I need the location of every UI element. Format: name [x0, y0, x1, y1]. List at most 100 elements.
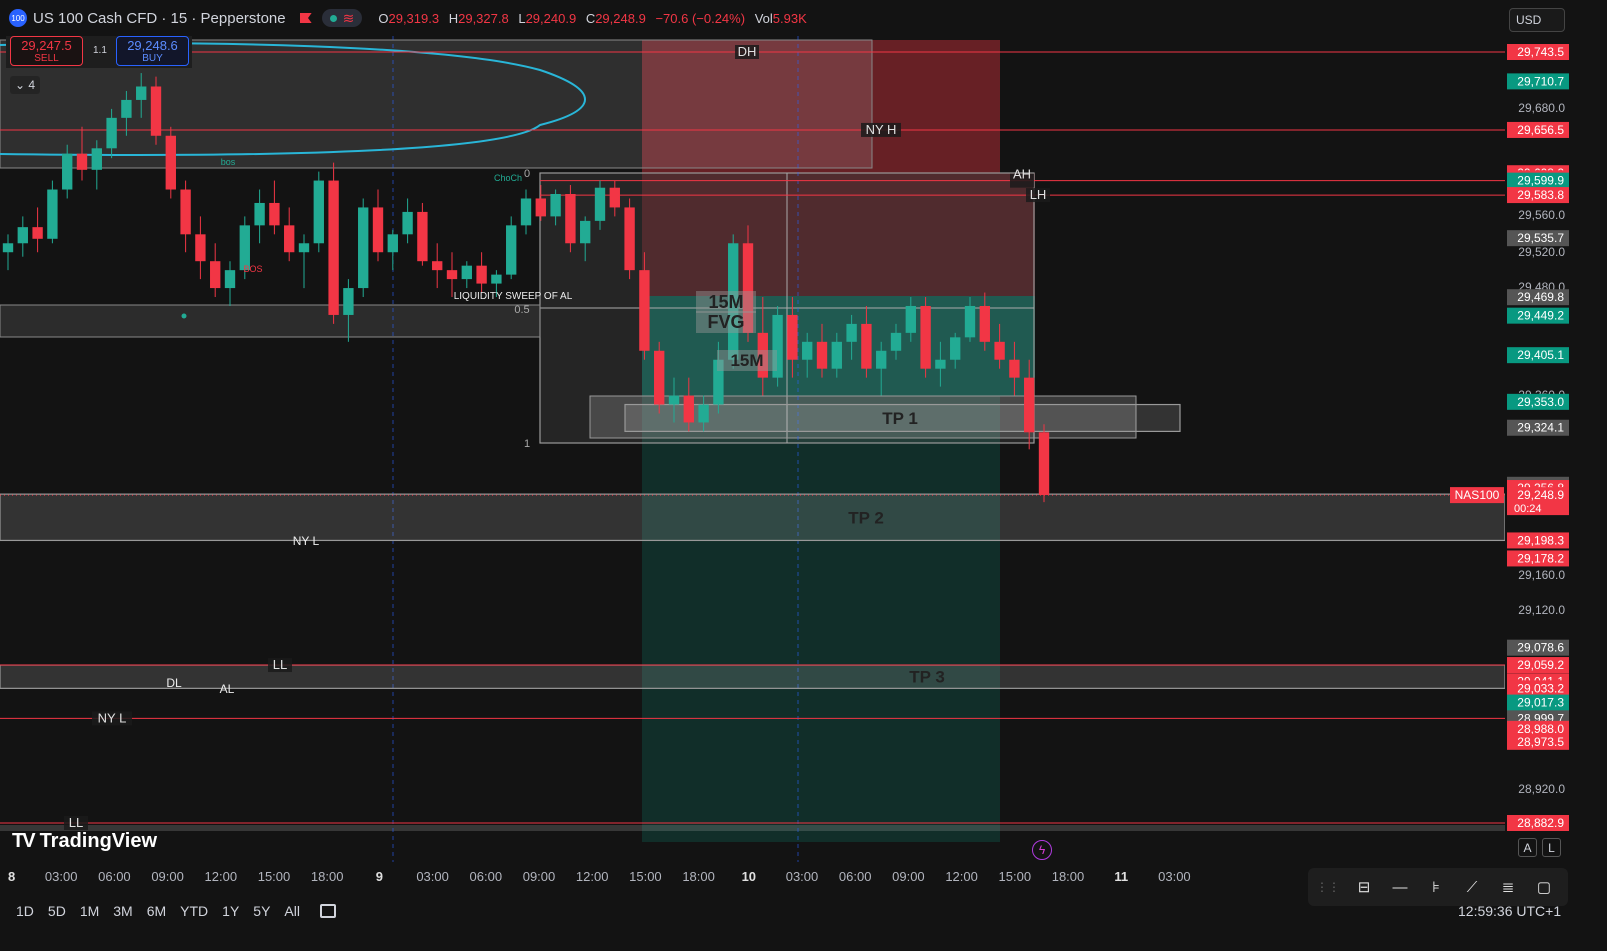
- tp-label-1: TP 1: [882, 409, 918, 428]
- flag-icon[interactable]: [299, 13, 312, 23]
- price-label-20: 29,033.2: [1517, 681, 1564, 695]
- buy-button[interactable]: 29,248.6 BUY: [116, 36, 189, 66]
- spread-value: 1.1: [93, 45, 107, 56]
- open-value: 29,319.3: [388, 10, 440, 26]
- candle-36: [535, 198, 546, 217]
- range-bar: 1D 5D 1M 3M 6M YTD 1Y 5Y All: [0, 896, 1607, 926]
- candle-44: [654, 350, 665, 405]
- log-scale-button[interactable]: L: [1542, 838, 1561, 857]
- annotation-12: 1: [524, 438, 530, 450]
- range-6m[interactable]: 6M: [147, 903, 166, 919]
- candle-33: [491, 274, 502, 284]
- tradingview-mark-icon: TV: [12, 830, 36, 852]
- candle-41: [609, 187, 620, 208]
- calendar-icon[interactable]: [319, 904, 336, 918]
- y-tick-7: 28,920.0: [1518, 782, 1565, 796]
- candle-31: [461, 265, 472, 280]
- ohlc-readout: O29,319.3 H29,327.8 L29,240.9 C29,248.9 …: [378, 10, 807, 26]
- candle-27: [402, 211, 413, 235]
- auto-scale-button[interactable]: A: [1518, 838, 1537, 857]
- price-label-25: 28,882.9: [1517, 816, 1564, 830]
- range-1y[interactable]: 1Y: [222, 903, 239, 919]
- lightning-icon[interactable]: ϟ: [1032, 840, 1052, 860]
- market-status-pill[interactable]: ≋: [321, 9, 363, 27]
- candle-45: [668, 395, 680, 405]
- tradingview-logo[interactable]: TV TradingView: [12, 830, 157, 853]
- price-label-17: 29,078.6: [1517, 641, 1564, 655]
- drag-handle-icon[interactable]: ⋮⋮: [1316, 880, 1340, 894]
- price-label-2: 29,656.5: [1517, 123, 1564, 137]
- candle-28: [417, 211, 428, 262]
- x-tick-17: 09:00: [892, 869, 925, 884]
- candle-8: [121, 99, 132, 118]
- range-5d[interactable]: 5D: [48, 903, 66, 919]
- symbol-logo-icon: 100: [9, 9, 27, 27]
- countdown-label: 00:24: [1514, 503, 1542, 515]
- symbol-title[interactable]: US 100 Cash CFD · 15 · Pepperstone: [33, 10, 286, 27]
- price-chart[interactable]: TP 1TP 2TP 3 DHNY HAHLHLLNY LLL 15MFVG15…: [0, 0, 1607, 951]
- candle-2: [32, 227, 43, 239]
- candle-67: [994, 341, 1005, 360]
- candle-58: [861, 323, 872, 369]
- candle-68: [1009, 359, 1020, 378]
- chevron-down-icon: ⌄: [14, 78, 26, 92]
- annotation-2: 15M: [730, 351, 763, 370]
- x-tick-22: 03:00: [1158, 869, 1191, 884]
- price-label-8: 29,469.8: [1517, 290, 1564, 304]
- x-tick-6: 18:00: [311, 869, 344, 884]
- x-tick-16: 06:00: [839, 869, 872, 884]
- candle-21: [313, 180, 324, 244]
- candle-62: [920, 305, 931, 369]
- y-tick-5: 29,160.0: [1518, 568, 1565, 582]
- candle-18: [269, 202, 280, 226]
- candle-10: [150, 86, 162, 136]
- price-label-7: 29,535.7: [1517, 231, 1564, 245]
- level-label-6: LL: [69, 815, 83, 830]
- candle-64: [950, 337, 961, 360]
- annotation-5: DL: [166, 676, 182, 690]
- annotation-1: FVG: [707, 312, 744, 332]
- x-tick-20: 18:00: [1052, 869, 1085, 884]
- annotation-4: NY L: [293, 534, 320, 548]
- level-label-4: LL: [273, 657, 287, 672]
- candle-66: [979, 305, 990, 342]
- candle-12: [180, 189, 191, 235]
- annotation-8: bos: [221, 157, 236, 167]
- x-tick-9: 06:00: [470, 869, 503, 884]
- annotation-7: ChoCh: [494, 173, 522, 183]
- level-label-2: AH: [1013, 167, 1031, 182]
- price-label-5: 29,599.9: [1517, 174, 1564, 188]
- candle-38: [565, 193, 576, 244]
- range-1d[interactable]: 1D: [16, 903, 34, 919]
- x-tick-11: 12:00: [576, 869, 609, 884]
- x-tick-12: 15:00: [629, 869, 662, 884]
- range-5y[interactable]: 5Y: [253, 903, 270, 919]
- x-tick-0: 8: [8, 869, 15, 884]
- x-tick-10: 09:00: [523, 869, 556, 884]
- indicators-collapse-button[interactable]: ⌄ 4: [10, 76, 40, 94]
- range-1m[interactable]: 1M: [80, 903, 99, 919]
- price-label-10: 29,405.1: [1517, 348, 1564, 362]
- candle-59: [876, 350, 887, 369]
- range-ytd[interactable]: YTD: [180, 903, 208, 919]
- low-value: 29,240.9: [525, 10, 577, 26]
- sell-button[interactable]: 29,247.5 SELL: [10, 36, 83, 66]
- candle-3: [47, 189, 58, 239]
- currency-select[interactable]: USD: [1509, 8, 1565, 32]
- candle-30: [446, 270, 458, 280]
- candle-32: [476, 265, 487, 284]
- price-label-16: 29,178.2: [1517, 551, 1564, 565]
- price-label-0: 29,743.5: [1517, 45, 1564, 59]
- candle-29: [432, 261, 443, 271]
- candle-35: [520, 198, 532, 226]
- range-all[interactable]: All: [284, 903, 300, 919]
- change-value: −70.6 (−0.24%): [655, 10, 746, 26]
- range-3m[interactable]: 3M: [113, 903, 132, 919]
- candle-40: [594, 187, 606, 221]
- candle-6: [91, 148, 102, 170]
- level-label-0: DH: [738, 44, 757, 59]
- candle-60: [890, 332, 902, 351]
- tp-zone-2: [0, 493, 1506, 542]
- candle-7: [106, 117, 117, 149]
- candle-25: [372, 207, 384, 253]
